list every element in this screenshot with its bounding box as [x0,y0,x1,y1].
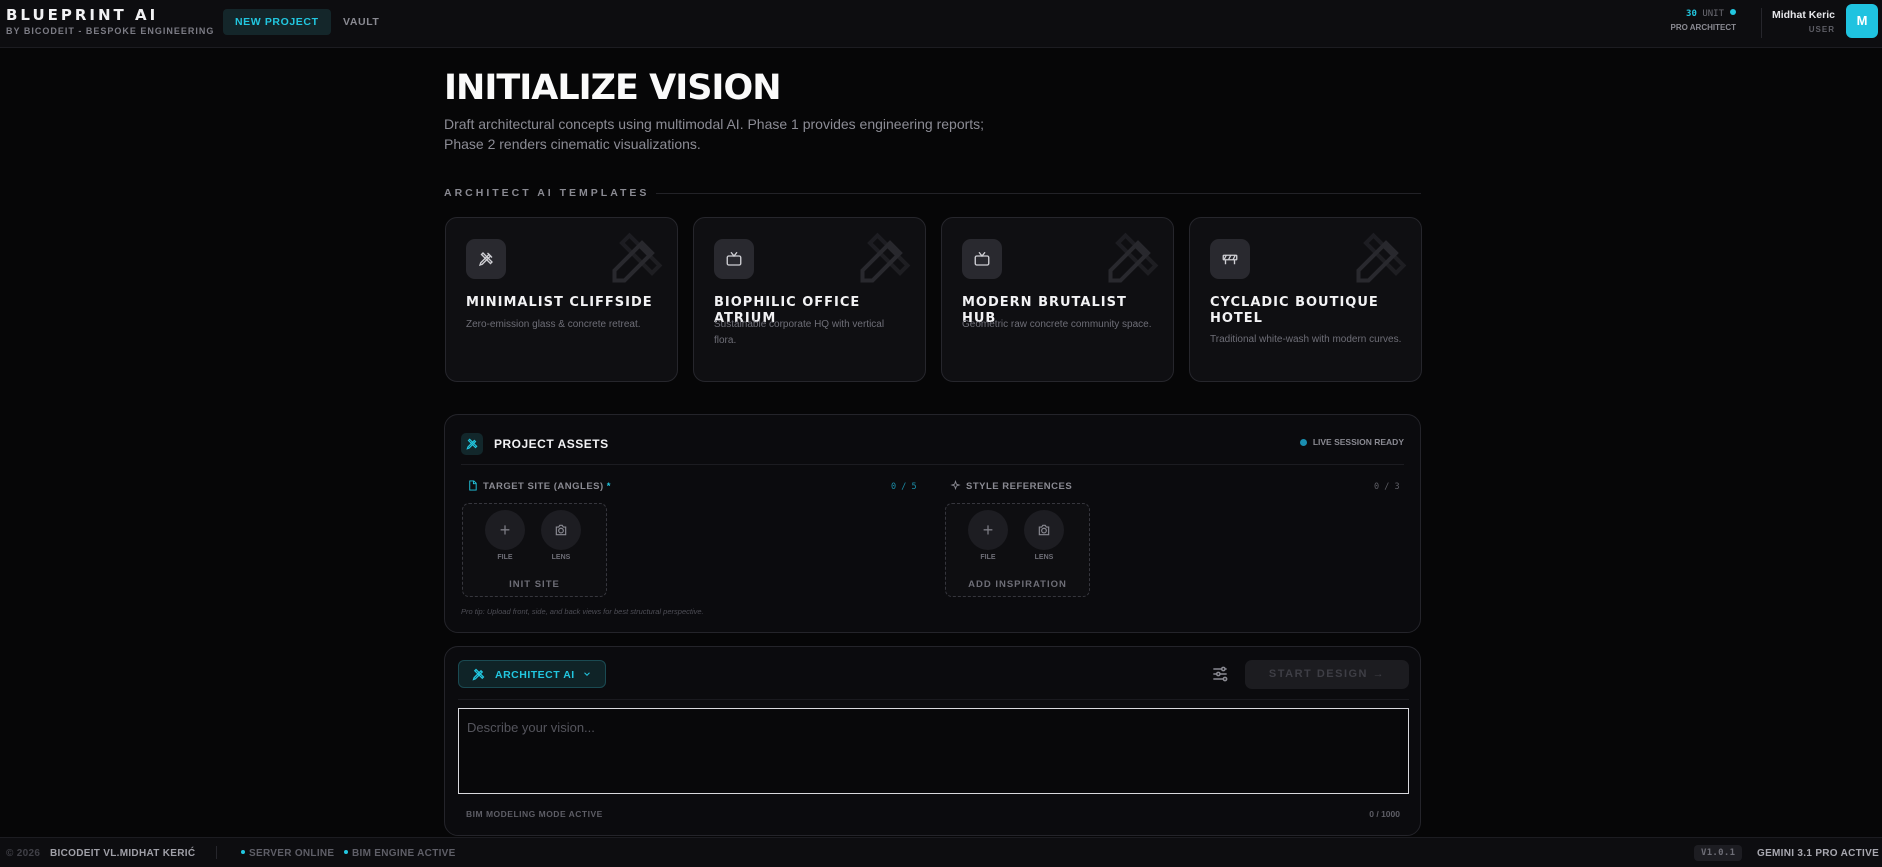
tab-vault[interactable]: VAULT [331,9,391,35]
top-bar: BLUEPRINT AI BY BICODEIT - BESPOKE ENGIN… [0,0,1882,48]
construction-barrier-icon [1210,239,1250,279]
lens-button[interactable] [541,510,581,550]
credit-unit: UNIT [1702,9,1724,19]
prompt-panel: ARCHITECT AI START DESIGN → BIM MODELING… [444,646,1421,836]
page-title: INITIALIZE VISION [444,68,782,108]
lens-label: LENS [1034,554,1054,561]
template-name: MINIMALIST CLIFFSIDE [466,295,653,310]
prompt-divider [458,699,1409,700]
assets-title: PROJECT ASSETS [494,437,609,451]
project-assets-panel: PROJECT ASSETS LIVE SESSION READY TARGET… [444,414,1421,633]
add-inspiration-label: ADD INSPIRATION [968,579,1067,590]
style-references-count: 0 / 3 [1374,482,1400,492]
user-name: Midhat Keric [1771,9,1835,21]
user-info[interactable]: Midhat Keric USER [1760,9,1835,34]
app-title: BLUEPRINT AI [6,6,159,24]
ai-engine-label: GEMINI 3.1 PRO ACTIVE [1757,848,1880,859]
mode-indicator: BIM MODELING MODE ACTIVE [466,809,603,819]
pencil-ruler-watermark-icon [860,232,911,283]
start-design-button[interactable]: START DESIGN → [1245,660,1409,689]
credit-amount: 30 [1686,9,1697,19]
vision-input[interactable] [458,708,1409,794]
pencil-ruler-watermark-icon [612,232,663,283]
add-file-button[interactable]: + [968,510,1008,550]
template-description: Geometric raw concrete community space. [962,319,1152,330]
status-bar: © 2026 BICODEIT VL.MIDHAT KERIĆ SERVER O… [0,837,1882,867]
avatar[interactable]: M [1846,4,1878,38]
status-dot [1299,439,1307,446]
tv-icon [962,239,1002,279]
file-label: FILE [980,554,996,561]
template-name: CYCLADIC BOUTIQUE HOTEL [1210,295,1379,326]
target-site-label: TARGET SITE (ANGLES) * [483,481,611,492]
character-counter: 0 / 1000 [1369,809,1400,819]
tv-icon [714,239,754,279]
lens-label: LENS [551,554,571,561]
camera-icon [1038,524,1050,536]
model-selector-label: ARCHITECT AI [495,669,575,681]
template-description: Zero-emission glass & concrete retreat. [466,319,641,330]
template-card-biophilic-office-atrium[interactable]: BIOPHILIC OFFICE ATRIUM Sustainable corp… [693,217,926,382]
add-file-button[interactable]: + [485,510,525,550]
server-status: SERVER ONLINE [241,848,334,859]
settings-sliders-icon[interactable] [1210,664,1230,684]
template-description: Traditional white-wash with modern curve… [1210,334,1402,345]
templates-section-label: ARCHITECT AI TEMPLATES [444,187,650,199]
footer-brand: BICODEIT VL.MIDHAT KERIĆ [50,848,196,859]
session-status-label: LIVE SESSION READY [1312,437,1404,447]
section-divider [656,193,1421,194]
page-subtitle: Draft architectural concepts using multi… [444,114,1024,154]
style-references-dropzone[interactable]: + FILE LENS ADD INSPIRATION [945,503,1090,597]
start-design-label: START DESIGN [1268,668,1368,680]
tab-new-project[interactable]: NEW PROJECT [223,9,331,35]
footer-divider [216,846,217,859]
target-site-label-text: TARGET SITE (ANGLES) [483,481,604,492]
server-status-label: SERVER ONLINE [249,848,335,859]
brand[interactable]: BLUEPRINT AI BY BICODEIT - BESPOKE ENGIN… [6,6,214,36]
template-card-cycladic-boutique-hotel[interactable]: CYCLADIC BOUTIQUE HOTEL Traditional whit… [1189,217,1422,382]
model-selector[interactable]: ARCHITECT AI [458,660,606,688]
file-icon [469,480,477,491]
pro-tip: Pro tip: Upload front, side, and back vi… [461,607,704,616]
template-description: Sustainable corporate HQ with vertical f… [714,319,885,346]
pencil-ruler-watermark-icon [1356,232,1407,283]
chevron-down-icon [584,672,590,676]
arrow-right-icon: → [1372,668,1386,680]
template-card-modern-brutalist-hub[interactable]: MODERN BRUTALIST HUB Geometric raw concr… [941,217,1174,382]
architect-icon [472,668,485,681]
pencil-ruler-icon [466,239,506,279]
template-card-minimalist-cliffside[interactable]: MINIMALIST CLIFFSIDE Zero-emission glass… [445,217,678,382]
plus-icon: + [499,519,511,540]
version-badge: V1.0.1 [1694,845,1743,861]
engine-status-label: BIM ENGINE ACTIVE [352,848,456,859]
sparkles-icon [950,480,961,491]
plan-tier: PRO ARCHITECT [1670,23,1736,32]
app-subtitle: BY BICODEIT - BESPOKE ENGINEERING [6,26,215,36]
camera-icon [555,524,567,536]
credit-status-dot [1730,9,1736,15]
credit-balance: 30 UNIT PRO ARCHITECT [1668,9,1736,32]
target-site-dropzone[interactable]: + FILE LENS INIT SITE [462,503,607,597]
file-label: FILE [497,554,513,561]
style-references-label: STYLE REFERENCES [966,481,1073,492]
pencil-ruler-watermark-icon [1108,232,1159,283]
target-site-count: 0 / 5 [891,482,917,492]
architect-icon [461,433,483,455]
status-dot [241,850,245,854]
page-subtitle-line-2: Phase 2 renders cinematic visualizations… [444,136,701,152]
lens-button[interactable] [1024,510,1064,550]
required-mark: * [606,481,611,492]
engine-status: BIM ENGINE ACTIVE [344,848,456,859]
init-site-label: INIT SITE [509,579,560,590]
plus-icon: + [982,519,994,540]
assets-divider [461,464,1404,465]
page-subtitle-line-1: Draft architectural concepts using multi… [444,116,985,132]
copyright: © 2026 [6,848,41,859]
user-role: USER [1808,25,1835,34]
session-status: LIVE SESSION READY [1299,437,1404,447]
status-dot [344,850,348,854]
